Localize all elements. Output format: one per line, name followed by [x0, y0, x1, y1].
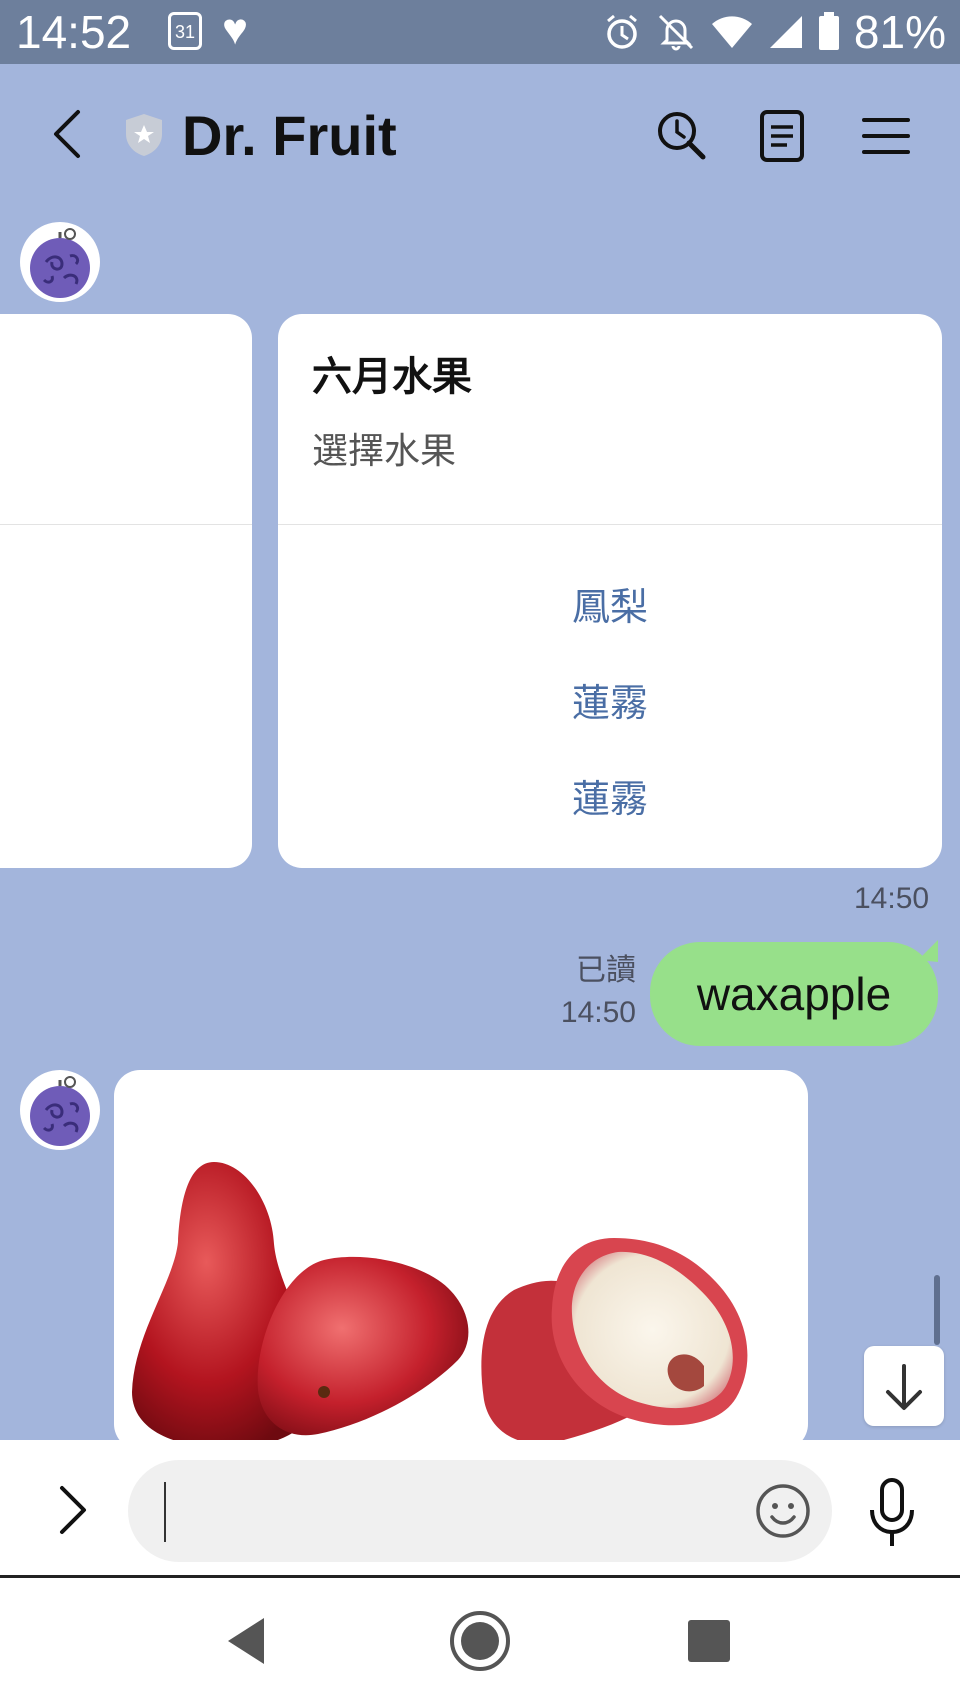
status-bar: 14:52 31 ♥ 81% — [0, 0, 960, 64]
alarm-icon — [606, 14, 637, 49]
microphone-icon[interactable] — [860, 1476, 924, 1550]
card-option-waxapple[interactable]: 蓮霧 — [278, 672, 942, 727]
text-cursor — [164, 1482, 166, 1542]
message-input-bar — [0, 1440, 960, 1578]
emoji-icon[interactable] — [754, 1482, 812, 1540]
nav-home-icon[interactable] — [447, 1608, 513, 1674]
carousel-card-previous[interactable] — [0, 314, 252, 868]
nav-recents-icon[interactable] — [676, 1608, 742, 1674]
avatar[interactable] — [20, 222, 100, 302]
chat-title: Dr. Fruit — [182, 104, 397, 167]
arrow-down-icon — [886, 1364, 922, 1410]
fruit-avatar-icon — [30, 1076, 90, 1146]
battery-icon — [818, 12, 839, 50]
heart-icon: ♥ — [222, 5, 249, 54]
status-time: 14:52 — [16, 6, 132, 58]
wifi-icon — [711, 16, 752, 48]
card-option-pineapple[interactable]: 鳳梨 — [278, 576, 942, 631]
scroll-to-bottom-button[interactable] — [864, 1346, 944, 1426]
scrollbar[interactable] — [934, 1275, 940, 1345]
notes-icon[interactable] — [752, 106, 812, 166]
card-divider — [278, 524, 942, 525]
system-nav-bar — [0, 1578, 960, 1706]
carousel-card: 六月水果 選擇水果 鳳梨 蓮霧 蓮霧 — [278, 314, 942, 868]
chevron-right-icon[interactable] — [42, 1480, 102, 1540]
sent-message-bubble[interactable]: waxapple — [650, 942, 938, 1046]
sent-time: 14:50 — [560, 996, 636, 1029]
chat-header: Dr. Fruit — [0, 64, 960, 214]
menu-icon[interactable] — [856, 106, 916, 166]
bubble-tail — [918, 940, 938, 962]
message-timestamp: 14:50 — [854, 882, 930, 915]
fruit-avatar-icon — [30, 228, 90, 298]
card-title: 六月水果 — [312, 355, 472, 399]
sent-message-text: waxapple — [696, 968, 892, 1020]
nav-back-icon[interactable] — [214, 1608, 280, 1674]
avatar[interactable] — [20, 1070, 100, 1150]
waxapple-image — [132, 1162, 748, 1448]
calendar-icon: 31 — [168, 12, 202, 50]
card-divider — [0, 524, 252, 525]
search-icon[interactable] — [652, 106, 712, 166]
mute-icon — [658, 14, 693, 51]
card-option-waxapple-2[interactable]: 蓮霧 — [278, 768, 942, 823]
battery-percent: 81% — [853, 6, 946, 58]
message-input[interactable] — [128, 1460, 832, 1562]
read-label: 已讀 — [576, 954, 636, 987]
image-message[interactable] — [114, 1070, 808, 1450]
read-receipt: 已讀 14:50 — [540, 950, 636, 1034]
signal-icon — [769, 16, 802, 48]
back-icon[interactable] — [40, 104, 100, 164]
card-subtitle: 選擇水果 — [312, 430, 457, 471]
shield-icon — [126, 114, 162, 156]
status-indicators: 81% — [602, 8, 946, 56]
